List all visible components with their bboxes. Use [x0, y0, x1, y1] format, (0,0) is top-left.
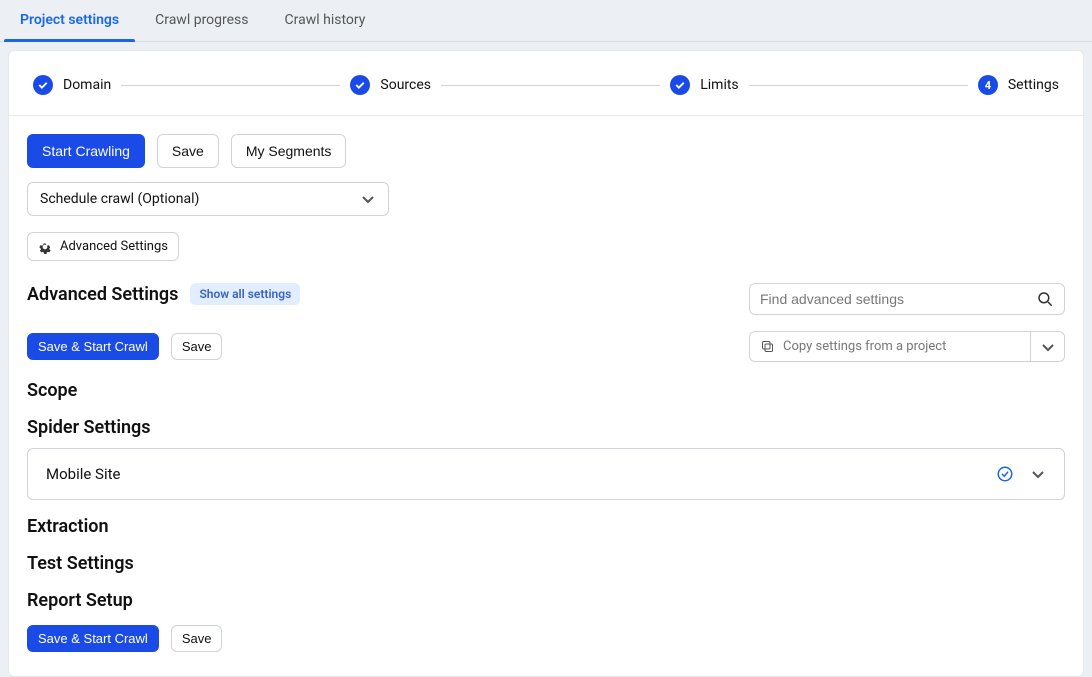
step-sources[interactable]: Sources — [350, 75, 431, 95]
copy-settings-label: Copy settings from a project — [783, 339, 946, 354]
copy-icon — [760, 339, 775, 354]
my-segments-button[interactable]: My Segments — [231, 134, 347, 168]
save-button-footer[interactable]: Save — [171, 625, 223, 652]
show-all-settings-chip[interactable]: Show all settings — [190, 283, 300, 305]
check-icon — [33, 75, 53, 95]
chevron-down-icon — [360, 191, 376, 207]
advanced-settings-button[interactable]: Advanced Settings — [27, 232, 179, 261]
stepper: Domain Sources Limits 4 Settings — [9, 51, 1083, 116]
check-icon — [670, 75, 690, 95]
search-wrap — [749, 283, 1065, 315]
start-crawling-button[interactable]: Start Crawling — [27, 134, 145, 168]
tabs: Project settings Crawl progress Crawl hi… — [0, 0, 1092, 42]
step-sources-label: Sources — [380, 77, 431, 93]
spider-mobile-site-row[interactable]: Mobile Site — [27, 448, 1065, 500]
check-circle-icon — [996, 465, 1014, 483]
check-icon — [350, 75, 370, 95]
step-settings[interactable]: 4 Settings — [978, 75, 1059, 95]
gear-icon — [38, 240, 52, 254]
step-limits[interactable]: Limits — [670, 75, 738, 95]
step-limits-label: Limits — [700, 77, 738, 93]
step-domain[interactable]: Domain — [33, 75, 111, 95]
step-number-badge: 4 — [978, 75, 998, 95]
save-button[interactable]: Save — [157, 134, 219, 168]
step-connector — [749, 85, 968, 86]
step-connector — [121, 85, 340, 86]
tab-project-settings[interactable]: Project settings — [16, 0, 123, 41]
advanced-settings-heading: Advanced Settings — [27, 284, 178, 305]
step-domain-label: Domain — [63, 77, 111, 93]
copy-settings-group: Copy settings from a project — [749, 331, 1065, 362]
find-settings-input[interactable] — [760, 291, 1036, 307]
search-icon — [1036, 290, 1054, 308]
spider-item-label: Mobile Site — [46, 465, 120, 483]
save-button-adv[interactable]: Save — [171, 333, 223, 360]
section-extraction-heading: Extraction — [27, 516, 1065, 537]
section-spider-heading: Spider Settings — [27, 417, 1065, 438]
step-settings-label: Settings — [1008, 77, 1059, 93]
chevron-down-icon — [1030, 466, 1046, 482]
settings-panel: Domain Sources Limits 4 Settings Start C… — [8, 50, 1084, 677]
advanced-settings-label: Advanced Settings — [60, 239, 168, 254]
schedule-label: Schedule crawl (Optional) — [40, 191, 199, 207]
tab-crawl-history[interactable]: Crawl history — [281, 0, 370, 41]
primary-actions: Start Crawling Save My Segments — [27, 134, 1065, 168]
section-report-heading: Report Setup — [27, 590, 1065, 611]
copy-settings-dropdown[interactable] — [1030, 332, 1064, 361]
section-scope-heading: Scope — [27, 380, 1065, 401]
save-start-crawl-button-footer[interactable]: Save & Start Crawl — [27, 625, 159, 652]
copy-settings-button[interactable]: Copy settings from a project — [750, 332, 1030, 361]
section-test-heading: Test Settings — [27, 553, 1065, 574]
save-start-crawl-button[interactable]: Save & Start Crawl — [27, 333, 159, 360]
step-connector — [441, 85, 660, 86]
chevron-down-icon — [1040, 339, 1056, 355]
schedule-crawl-select[interactable]: Schedule crawl (Optional) — [27, 182, 389, 216]
tab-crawl-progress[interactable]: Crawl progress — [151, 0, 252, 41]
